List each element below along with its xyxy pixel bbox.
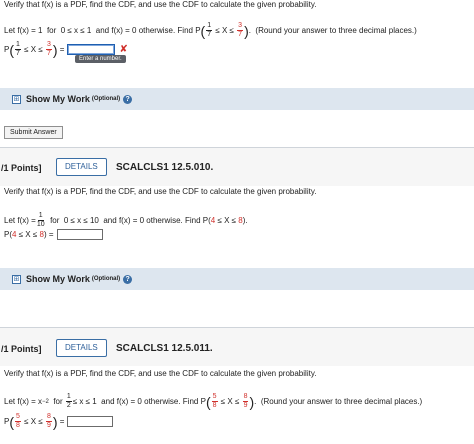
problem3-statement: Let f(x) = x −2 for 12 ≤ x ≤ 1 and f(x) =… [4, 393, 423, 410]
domain-text: ≤ x ≤ 1 [72, 396, 97, 406]
lower-fraction: 17 [206, 22, 213, 38]
equals: = [59, 416, 65, 426]
for-text: for [53, 396, 63, 406]
problem2-answer-row: P(4 ≤ X ≤ 8) = [4, 229, 103, 240]
problem1-intro: Verify that f(x) is a PDF, find the CDF,… [4, 0, 317, 9]
paren-close: ) [244, 22, 249, 39]
paren-open: ( [200, 22, 206, 39]
equals: ) = [43, 229, 54, 239]
round-note: (Round your answer to three decimal plac… [260, 396, 423, 406]
for-text: for [50, 215, 60, 225]
answer-input-3[interactable] [67, 416, 114, 427]
close-paren: ). [242, 215, 248, 225]
round-note: (Round your answer to three decimal plac… [255, 25, 417, 35]
show-my-work-toggle[interactable]: ⊞ Show My Work (Optional)? [12, 274, 133, 284]
let-text: Let [4, 396, 16, 406]
coef-fraction: 1 10 [36, 212, 45, 228]
inequality: ≤ X ≤ [220, 396, 240, 406]
fx-def: f(x) = [17, 215, 36, 225]
exponent: −2 [42, 398, 49, 405]
for-text: for [46, 25, 57, 35]
fx-zero: f(x) = 0 [116, 396, 142, 406]
fx-def: f(x) = x [17, 396, 43, 406]
points-label: /1 Points] [1, 344, 42, 354]
and-text: and [95, 25, 110, 35]
lower-fraction: 58 [211, 393, 218, 409]
paren-close: ) [52, 413, 58, 430]
problem1-statement: Let f(x) = 1 for 0 ≤ x ≤ 1 and f(x) = 0 … [4, 22, 417, 39]
paren-open: ( [205, 393, 211, 410]
show-my-work-label: Show My Work [26, 94, 90, 104]
inequality: ≤ X ≤ [24, 44, 43, 54]
equals: = [59, 44, 65, 54]
paren-open: ( [9, 41, 15, 58]
lower-fraction: 58 [15, 413, 21, 429]
details-button[interactable]: DETAILS [56, 158, 107, 176]
let-text: Let [4, 25, 16, 35]
fx-zero: f(x) = 0 [111, 25, 137, 35]
optional-label: (Optional) [91, 276, 121, 282]
lower-bound: 4 [210, 215, 216, 225]
inequality: ≤ X ≤ [217, 215, 237, 225]
problem-code: SCALCLS1 12.5.011. [116, 343, 213, 354]
expand-icon[interactable]: ⊞ [12, 274, 21, 284]
problem2-statement: Let f(x) = 1 10 for 0 ≤ x ≤ 10 and f(x) =… [4, 212, 248, 229]
upper-fraction: 37 [45, 41, 52, 57]
expand-icon[interactable]: ⊞ [12, 94, 21, 104]
answer-input-2[interactable] [56, 229, 103, 240]
paren-close: ) [249, 393, 255, 410]
paren-close: ) [52, 41, 58, 58]
optional-label: (Optional) [91, 96, 121, 102]
and-text: and [101, 396, 115, 406]
help-icon[interactable]: ? [123, 94, 133, 104]
domain-text: 0 ≤ x ≤ 10 [63, 215, 99, 225]
problem2-intro: Verify that f(x) is a PDF, find the CDF,… [4, 187, 317, 196]
fx-zero: f(x) = 0 [118, 215, 145, 225]
inequality: ≤ X ≤ [215, 25, 234, 35]
show-my-work-label: Show My Work [26, 274, 90, 284]
upper-fraction: 89 [242, 393, 249, 409]
show-my-work-toggle[interactable]: ⊞ Show My Work (Optional)? [12, 94, 133, 104]
points-label: /1 Points] [1, 163, 42, 173]
upper-fraction: 89 [45, 413, 52, 429]
fx-def: f(x) = 1 [17, 25, 43, 35]
domain-text: 0 ≤ x ≤ 1 [60, 25, 92, 35]
and-text: and [103, 215, 117, 225]
submit-answer-button[interactable]: Submit Answer [4, 126, 63, 139]
let-text: Let [4, 215, 16, 225]
details-button[interactable]: DETAILS [56, 339, 107, 357]
otherwise-text: otherwise. Find [138, 25, 193, 35]
input-tooltip: Enter a number. [75, 55, 126, 63]
inequality: ≤ X ≤ [18, 229, 38, 239]
half-fraction: 12 [65, 393, 72, 409]
prob-symbol: P( [202, 215, 211, 225]
problem3-intro: Verify that f(x) is a PDF, find the CDF,… [4, 369, 317, 378]
prob-symbol: P( [4, 229, 12, 239]
problem3-answer-row: P ( 58 ≤ X ≤ 89 ) = [4, 413, 114, 430]
answer-input-1[interactable] [67, 44, 116, 55]
lower-fraction: 17 [15, 41, 21, 57]
otherwise-text: otherwise. Find [146, 215, 201, 225]
problem-code: SCALCLS1 12.5.010. [116, 162, 214, 173]
help-icon[interactable]: ? [123, 274, 133, 284]
lower-bound: 4 [12, 229, 17, 239]
otherwise-text: otherwise. Find [144, 396, 199, 406]
x-mark-icon: ✘ [119, 43, 128, 55]
inequality: ≤ X ≤ [24, 416, 43, 426]
upper-fraction: 37 [237, 22, 244, 38]
paren-open: ( [9, 413, 15, 430]
